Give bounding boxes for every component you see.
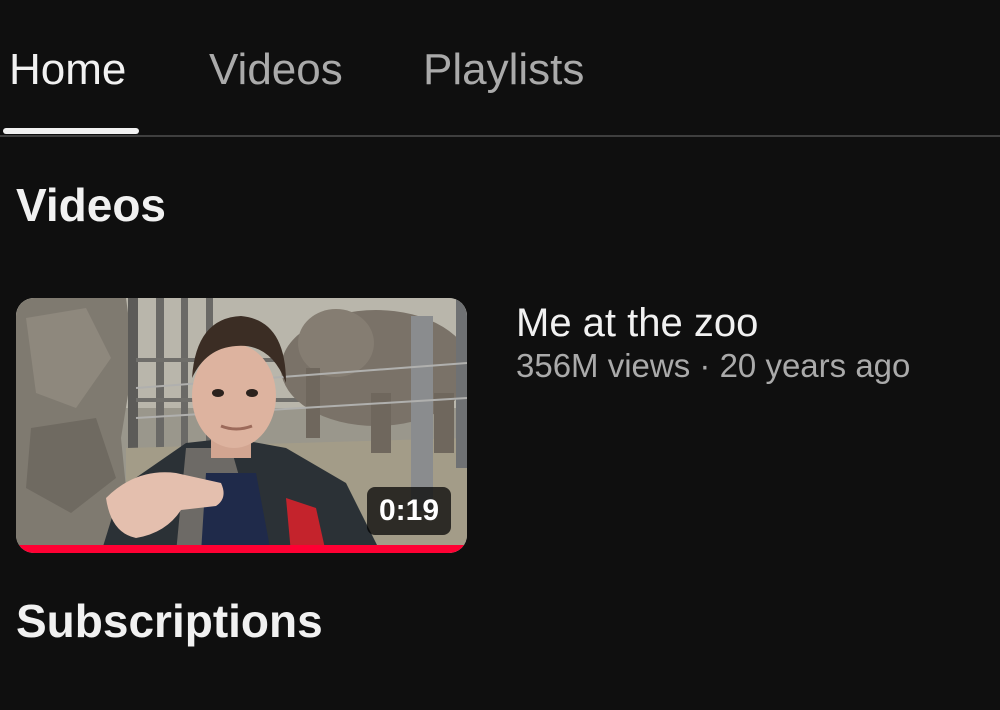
video-title[interactable]: Me at the zoo	[516, 300, 758, 346]
tab-home[interactable]: Home	[9, 44, 126, 96]
active-tab-indicator	[3, 128, 139, 134]
watch-progress-bar	[16, 545, 467, 553]
video-metadata: 356M views · 20 years ago	[516, 346, 910, 386]
tab-videos[interactable]: Videos	[209, 44, 343, 96]
view-count: 356M views	[516, 347, 691, 384]
video-card[interactable]: 0:19 Me at the zoo 356M views · 20 years…	[16, 298, 986, 554]
upload-age: 20 years ago	[719, 347, 911, 384]
tab-playlists[interactable]: Playlists	[423, 44, 584, 96]
section-title-subscriptions: Subscriptions	[16, 595, 323, 647]
video-thumbnail[interactable]: 0:19	[16, 298, 467, 553]
channel-page: Home Videos Playlists Videos 0:19 Me at …	[0, 0, 1000, 710]
channel-tab-bar: Home Videos Playlists	[0, 0, 1000, 137]
duration-badge: 0:19	[366, 487, 451, 535]
section-title-videos: Videos	[16, 179, 166, 231]
meta-separator: ·	[699, 347, 711, 384]
